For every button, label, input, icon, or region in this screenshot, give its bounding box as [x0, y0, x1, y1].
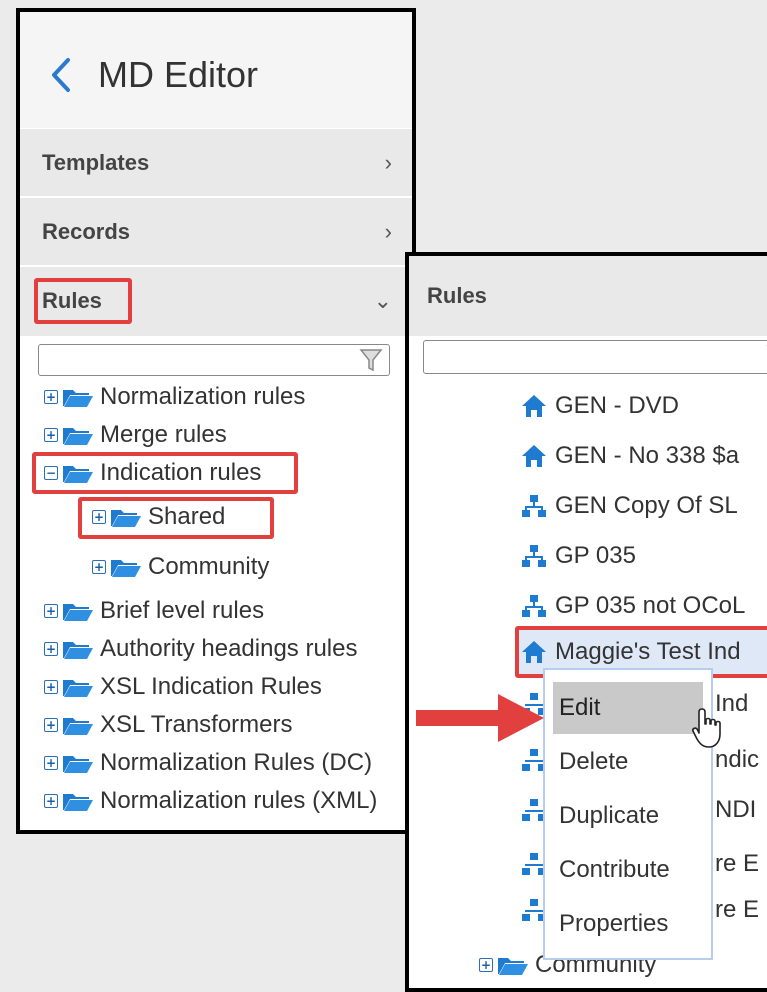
tree-node-community[interactable]: + Community	[92, 550, 269, 584]
highlight-rules-label	[34, 278, 132, 324]
home-icon	[522, 445, 546, 467]
folder-icon	[63, 604, 93, 621]
tree-node-label: Normalization Rules (DC)	[100, 749, 373, 776]
rule-label: GP 035	[555, 542, 636, 569]
expand-icon[interactable]: +	[44, 428, 58, 442]
menu-item-duplicate[interactable]: Duplicate	[553, 790, 703, 842]
hand-cursor-icon	[692, 708, 721, 748]
network-icon	[522, 595, 546, 617]
folder-icon	[498, 958, 528, 975]
chevron-right-icon: ›	[384, 150, 392, 175]
expand-icon[interactable]: +	[44, 642, 58, 656]
tree-node-xsl-indication-rules[interactable]: + XSL Indication Rules	[44, 670, 322, 704]
expand-icon[interactable]: +	[44, 390, 58, 404]
rule-label-fragment: ndic	[715, 746, 760, 773]
folder-icon	[63, 428, 93, 445]
arrow-right-icon	[416, 694, 544, 742]
rule-label-fragment: NDI	[715, 796, 757, 823]
home-icon	[522, 395, 546, 417]
tree-node-label: XSL Transformers	[100, 711, 293, 738]
tree-node-authority-headings-rules[interactable]: + Authority headings rules	[44, 632, 357, 666]
rule-item[interactable]: GEN - DVD	[521, 386, 679, 426]
filter-input[interactable]	[38, 344, 390, 376]
highlight-indication-rules	[32, 452, 298, 494]
section-records[interactable]: Records ›	[20, 197, 412, 265]
rule-label: GEN Copy Of SL	[555, 492, 738, 519]
expand-icon[interactable]: +	[44, 756, 58, 770]
tree-node-label: XSL Indication Rules	[100, 673, 322, 700]
section-label: Records	[42, 219, 131, 244]
tree-node-label: Merge rules	[100, 421, 227, 448]
folder-icon	[63, 642, 93, 659]
tree-node-normalization-rules-dc[interactable]: + Normalization Rules (DC)	[44, 746, 372, 780]
rule-item[interactable]: GP 035	[521, 536, 636, 576]
folder-icon	[111, 560, 141, 577]
tree-node-normalization-rules[interactable]: + Normalization rules	[44, 380, 305, 414]
tree-node-label: Community	[148, 553, 270, 580]
md-editor-panel: MD Editor Templates › Records › Rules ⌄ …	[16, 8, 416, 834]
menu-item-properties[interactable]: Properties	[553, 898, 703, 950]
expand-icon[interactable]: +	[92, 560, 106, 574]
highlight-shared	[78, 497, 274, 539]
panel-title: Rules	[427, 283, 487, 308]
tree-node-brief-level-rules[interactable]: + Brief level rules	[44, 594, 264, 628]
tree-node-merge-rules[interactable]: + Merge rules	[44, 418, 227, 452]
panel-header: MD Editor	[20, 12, 412, 128]
folder-icon	[63, 794, 93, 811]
rule-item[interactable]: GEN - No 338 $a	[521, 436, 739, 476]
rule-item[interactable]: GEN Copy Of SL	[521, 486, 738, 526]
rules-panel: Rules GEN - DVD GEN - No 338 $a GEN Copy…	[405, 252, 767, 992]
rule-item[interactable]: GP 035 not OCoL	[521, 586, 745, 626]
tree-node-label: Brief level rules	[100, 597, 265, 624]
folder-icon	[63, 680, 93, 697]
menu-item-delete[interactable]: Delete	[553, 736, 703, 788]
expand-icon[interactable]: +	[44, 604, 58, 618]
expand-icon[interactable]: +	[44, 718, 58, 732]
network-icon	[522, 545, 546, 567]
page-title: MD Editor	[98, 54, 259, 95]
tree-node-normalization-rules-xml[interactable]: + Normalization rules (XML)	[44, 784, 377, 818]
section-label: Templates	[42, 150, 150, 175]
menu-item-contribute[interactable]: Contribute	[553, 844, 703, 896]
back-chevron-icon[interactable]	[46, 50, 76, 100]
folder-icon	[63, 718, 93, 735]
expand-icon[interactable]: +	[479, 958, 493, 972]
rule-label: GEN - No 338 $a	[555, 442, 740, 469]
tree-node-label: Normalization rules	[100, 383, 306, 410]
section-templates[interactable]: Templates ›	[20, 128, 412, 196]
chevron-right-icon: ›	[384, 219, 392, 244]
tree-node-label: Normalization rules (XML)	[100, 787, 378, 814]
filter-input[interactable]	[423, 340, 767, 374]
rule-label-fragment: re E	[715, 896, 760, 923]
expand-icon[interactable]: +	[44, 680, 58, 694]
tree-node-label: Authority headings rules	[100, 635, 358, 662]
expand-icon[interactable]: +	[44, 794, 58, 808]
menu-item-edit[interactable]: Edit	[553, 682, 703, 734]
network-icon	[522, 495, 546, 517]
context-menu: Edit Delete Duplicate Contribute Propert…	[543, 668, 721, 960]
chevron-down-icon: ⌄	[373, 288, 392, 313]
rule-label-fragment: re E	[715, 850, 760, 877]
panel-header: Rules	[409, 256, 767, 336]
rule-label: GEN - DVD	[555, 392, 680, 419]
folder-icon	[63, 756, 93, 773]
funnel-icon[interactable]	[359, 347, 383, 373]
rule-label: GP 035 not OCoL	[555, 592, 746, 619]
tree-node-xsl-transformers[interactable]: + XSL Transformers	[44, 708, 293, 742]
folder-icon	[63, 390, 93, 407]
